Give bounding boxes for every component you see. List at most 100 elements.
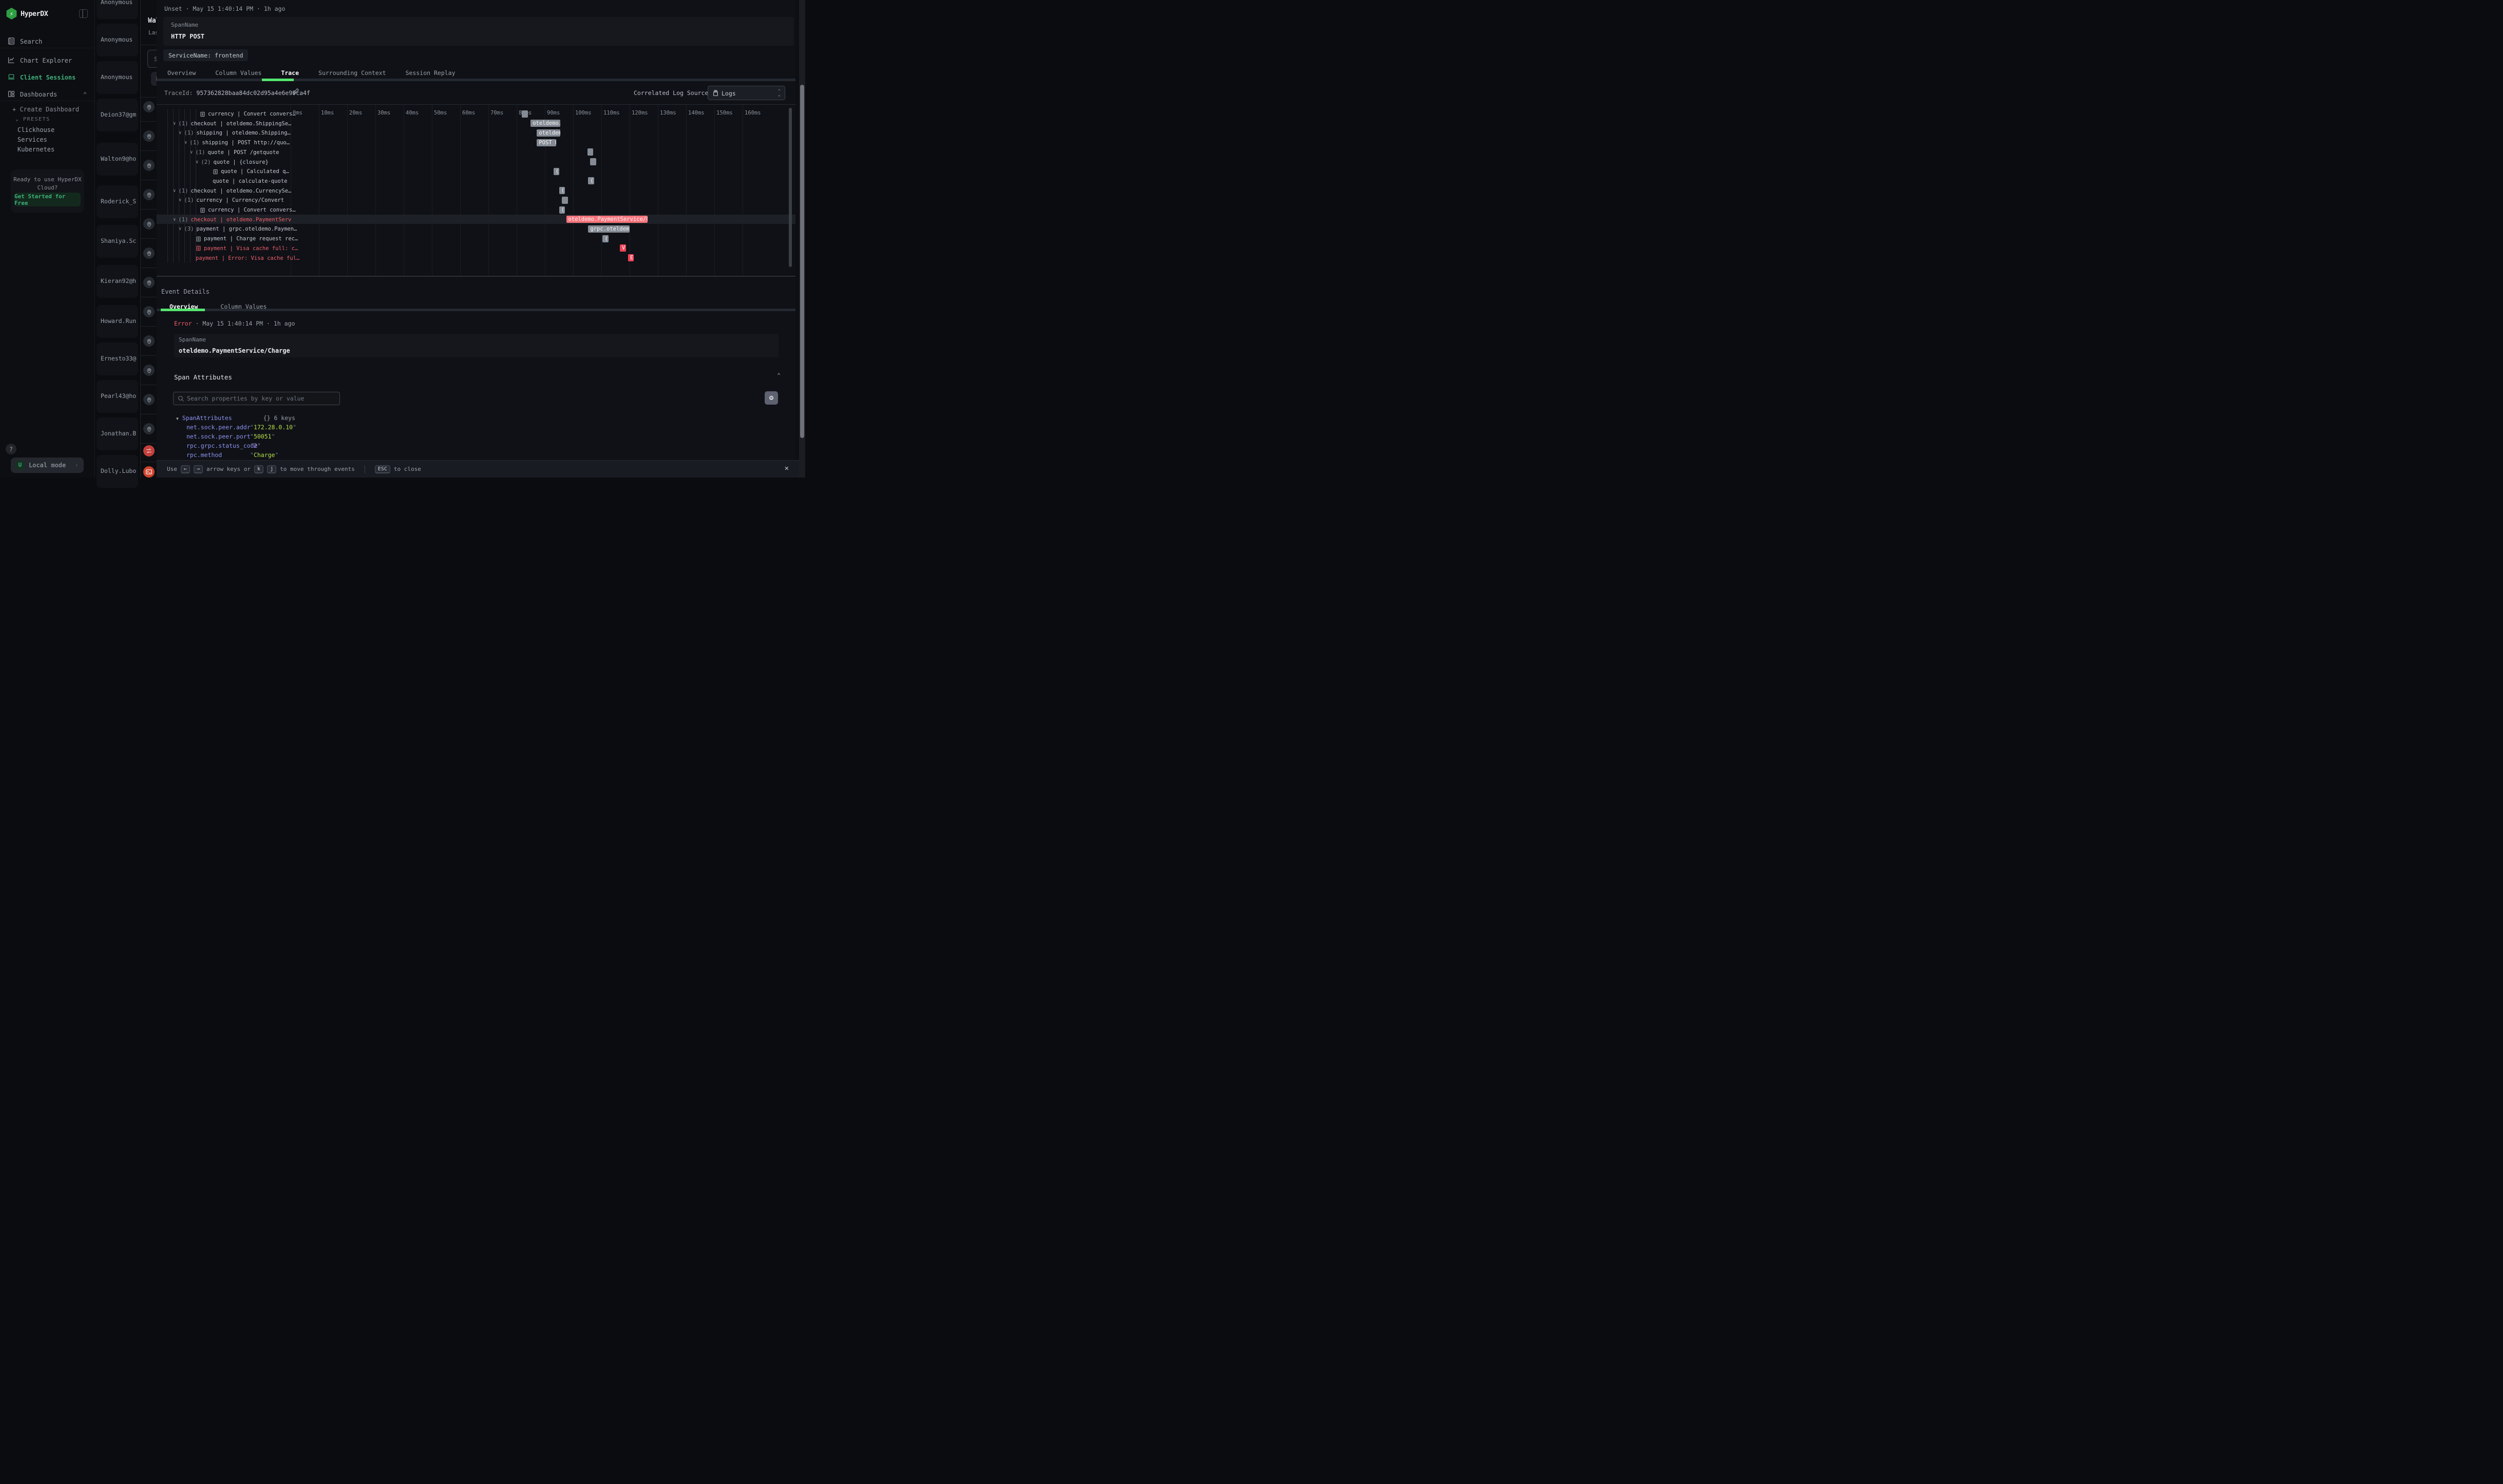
- span-bar[interactable]: (: [588, 177, 594, 184]
- chevron-down-icon[interactable]: ∨: [190, 150, 193, 155]
- span-label[interactable]: payment | Visa cache full: c…: [196, 245, 298, 252]
- chevron-down-icon[interactable]: ∨: [184, 140, 187, 145]
- get-started-button[interactable]: Get Started for Free: [14, 193, 81, 206]
- span-bar[interactable]: [587, 148, 594, 156]
- session-card[interactable]: Dolly.Lubo: [97, 455, 138, 488]
- span-label[interactable]: ∨(1)quote | POST /getquote: [190, 149, 279, 156]
- attributes-tree-root[interactable]: ▼ SpanAttributes {} 6 keys: [176, 414, 295, 422]
- preset-item-clickhouse[interactable]: Clickhouse: [17, 126, 54, 134]
- presets-header[interactable]: ⌄ PRESETS: [15, 117, 50, 122]
- servicename-chip[interactable]: ServiceName: frontend: [163, 49, 248, 61]
- span-row[interactable]: currency | Convert convers… (: [157, 205, 795, 215]
- span-row[interactable]: quote | Calculated q… (: [157, 166, 795, 176]
- sidebar-item-search[interactable]: Search: [0, 34, 95, 49]
- chevron-down-icon[interactable]: ∨: [173, 121, 176, 126]
- chevron-down-icon[interactable]: ∨: [173, 188, 176, 194]
- span-label[interactable]: currency | Convert convers…: [200, 206, 296, 214]
- location-pin-icon[interactable]: [143, 189, 155, 200]
- span-label[interactable]: ∨(1)checkout | oteldemo.PaymentServi…: [173, 216, 291, 223]
- span-row[interactable]: ∨(3)payment | grpc.oteldemo.Paymen… grpc.…: [157, 224, 795, 234]
- span-row[interactable]: ∨(1)currency | Currency/Convert: [157, 195, 795, 205]
- span-row[interactable]: ∨(1)quote | POST /getquote: [157, 147, 795, 157]
- span-row[interactable]: ∨(1)checkout | oteldemo.PaymentServi… ote…: [157, 215, 795, 224]
- session-card[interactable]: Ernesto33@: [97, 343, 138, 375]
- preset-item-services[interactable]: Services: [17, 136, 47, 143]
- chevron-down-icon[interactable]: ∨: [179, 198, 181, 203]
- span-label[interactable]: payment | Error: Visa cache ful…: [196, 255, 299, 262]
- sidebar-collapse-icon[interactable]: [79, 9, 88, 18]
- span-label[interactable]: ∨(1)shipping | oteldemo.Shipping…: [179, 129, 291, 137]
- session-card[interactable]: Walton9@ho: [97, 143, 138, 176]
- location-pin-icon[interactable]: [143, 335, 155, 347]
- span-bar[interactable]: POST h: [537, 139, 556, 146]
- span-bar[interactable]: [522, 110, 528, 118]
- chevron-up-icon[interactable]: ⌃: [777, 372, 781, 379]
- location-pin-icon[interactable]: [143, 218, 155, 230]
- session-card[interactable]: Anonymous: [97, 24, 138, 56]
- gear-icon[interactable]: ⚙: [765, 391, 778, 405]
- span-label[interactable]: quote | Calculated q…: [213, 168, 289, 175]
- location-pin-icon[interactable]: [143, 160, 155, 171]
- session-card[interactable]: Pearl43@ho: [97, 380, 138, 413]
- span-label[interactable]: payment | Charge request rec…: [196, 235, 298, 242]
- span-bar[interactable]: (: [559, 206, 565, 214]
- span-label[interactable]: ∨(1)shipping | POST http://quo…: [184, 139, 290, 146]
- span-label[interactable]: ∨(3)payment | grpc.oteldemo.Paymen…: [179, 225, 297, 233]
- edit-icon[interactable]: [292, 88, 299, 95]
- span-bar[interactable]: [562, 197, 568, 204]
- sidebar-item-chart-explorer[interactable]: Chart Explorer: [0, 53, 95, 68]
- location-pin-icon[interactable]: [143, 248, 155, 259]
- span-bar[interactable]: [590, 158, 596, 165]
- span-bar[interactable]: grpc.oteldemo.: [588, 225, 630, 233]
- span-row[interactable]: payment | Error: Visa cache ful… E: [157, 253, 795, 263]
- session-card[interactable]: Roderick_S: [97, 185, 138, 218]
- session-card[interactable]: Jonathan.B: [97, 417, 138, 450]
- location-pin-icon[interactable]: [143, 423, 155, 434]
- span-label[interactable]: ∨(2)quote | {closure}: [196, 159, 269, 166]
- close-icon[interactable]: ✕: [785, 464, 789, 472]
- span-row[interactable]: ∨(1)checkout | oteldemo.CurrencySe… (: [157, 186, 795, 196]
- session-card[interactable]: Anonymous: [97, 61, 138, 94]
- span-row[interactable]: ∨(1)shipping | oteldemo.Shipping… oteldem: [157, 128, 795, 138]
- waterfall-scrollbar[interactable]: [789, 108, 792, 267]
- span-label[interactable]: ∨(1)checkout | oteldemo.CurrencySe…: [173, 187, 291, 195]
- session-card[interactable]: Kieran92@h: [97, 265, 138, 298]
- sidebar-item-dashboards[interactable]: Dashboards⌃: [0, 87, 95, 102]
- span-bar[interactable]: E: [628, 254, 634, 261]
- session-card[interactable]: Anonymous: [97, 0, 138, 19]
- session-card[interactable]: Deion37@gm: [97, 99, 138, 131]
- console-error-icon[interactable]: [143, 466, 155, 478]
- event-tab-overview[interactable]: Overview: [169, 300, 198, 309]
- event-tab-column-values[interactable]: Column Values: [220, 300, 267, 309]
- span-bar[interactable]: (: [554, 168, 560, 175]
- span-label[interactable]: quote | calculate-quote: [213, 178, 287, 185]
- session-card[interactable]: Shaniya.Sc: [97, 225, 138, 258]
- span-row[interactable]: quote | calculate-quote (: [157, 176, 795, 186]
- span-bar[interactable]: (: [559, 187, 565, 194]
- span-row[interactable]: ∨(1)checkout | oteldemo.ShippingSe…oteld…: [157, 119, 795, 128]
- location-pin-icon[interactable]: [143, 130, 155, 142]
- help-button[interactable]: ?: [6, 444, 16, 454]
- span-row[interactable]: payment | Charge request rec… (: [157, 234, 795, 243]
- session-card[interactable]: Howard.Run: [97, 305, 138, 338]
- span-row[interactable]: payment | Visa cache full: c…V: [157, 243, 795, 253]
- attribute-row[interactable]: rpc.grpc.status_code"2": [186, 442, 261, 449]
- attribute-row[interactable]: net.sock.peer.port"50051": [186, 433, 275, 440]
- span-row[interactable]: ∨(1)shipping | POST http://quo… POST h: [157, 138, 795, 147]
- attribute-row[interactable]: rpc.method"Charge": [186, 451, 278, 459]
- location-pin-icon[interactable]: [143, 365, 155, 376]
- span-bar[interactable]: oteldem: [537, 129, 560, 137]
- location-pin-icon[interactable]: [143, 277, 155, 288]
- create-dashboard-button[interactable]: + Create Dashboard: [12, 106, 79, 113]
- attributes-search-input[interactable]: [187, 393, 336, 404]
- location-pin-icon[interactable]: [143, 306, 155, 317]
- local-mode-button[interactable]: U Local mode ›: [11, 458, 84, 473]
- location-pin-icon[interactable]: [143, 394, 155, 405]
- location-pin-icon[interactable]: [143, 101, 155, 112]
- span-label[interactable]: currency | Convert convers…: [200, 110, 296, 118]
- underlay-search-input[interactable]: Sea: [147, 50, 157, 68]
- chevron-down-icon[interactable]: ∨: [179, 130, 181, 136]
- span-bar[interactable]: oteldemo.PaymentService/Char: [566, 216, 648, 223]
- span-bar[interactable]: (: [602, 235, 609, 242]
- log-source-select[interactable]: Logs ⌃⌄: [708, 86, 785, 100]
